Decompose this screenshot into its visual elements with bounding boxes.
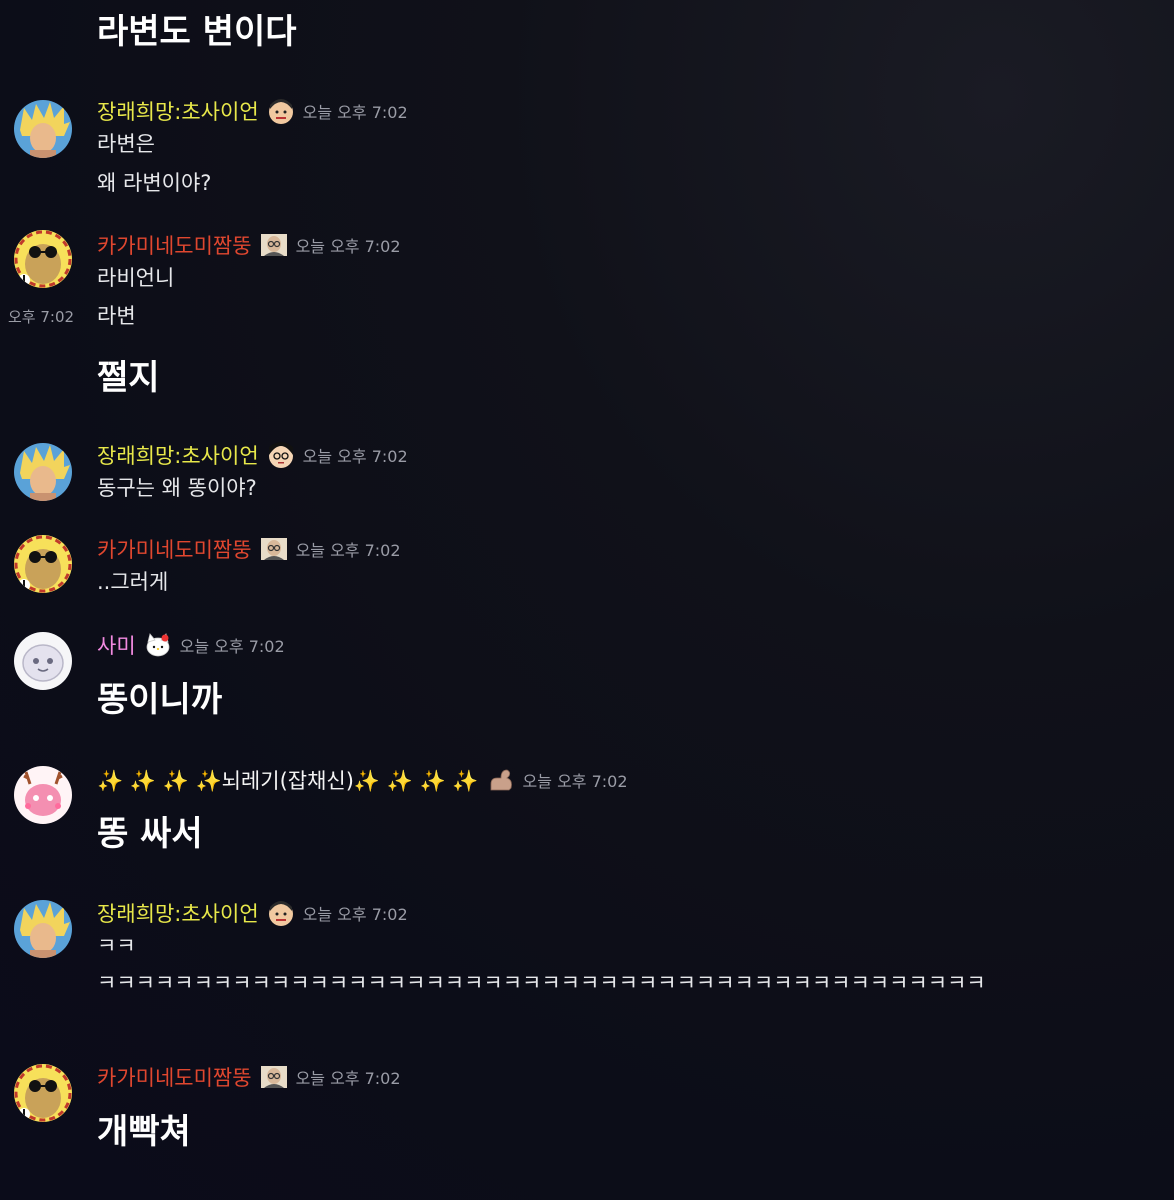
username[interactable]: 장래희망:초사이언 — [97, 96, 259, 126]
saiyan-avatar-icon — [14, 443, 72, 501]
user-avatar-nwa[interactable] — [14, 766, 72, 824]
white-creature-avatar-icon — [14, 632, 72, 690]
user-avatar-kami[interactable] — [14, 1064, 72, 1122]
hover-timestamp: 오후 7:02 — [8, 308, 75, 326]
message-text: ㅋㅋ — [97, 934, 136, 958]
message-header: 사미 오늘 오후 7:02 — [97, 630, 285, 660]
username[interactable]: 사미 — [97, 630, 136, 660]
message-header: ✨ ✨ ✨ ✨뇌레기(잡채신)✨ ✨ ✨ ✨ 오늘 오후 7:02 — [97, 765, 628, 795]
message-text: ..그러게 — [97, 570, 169, 594]
message-text: 라변 — [97, 304, 136, 328]
message-header: 카가미네도미짬뚱 오늘 오후 7:02 — [97, 230, 401, 260]
boy-face-icon — [267, 97, 295, 125]
timestamp: 오늘 오후 7:02 — [179, 637, 285, 656]
message-text-big: 쩔지 — [97, 358, 160, 398]
old-man-glasses-icon — [260, 231, 288, 259]
timestamp: 오늘 오후 7:02 — [302, 447, 408, 466]
user-avatar-kami[interactable] — [14, 230, 72, 288]
nobita-face-icon — [267, 441, 295, 469]
potato-sunglasses-avatar-icon — [14, 230, 72, 288]
potato-sunglasses-avatar-icon — [14, 535, 72, 593]
message-text-big: 라변도 변이다 — [97, 12, 297, 52]
message-text-big: 개빡쳐 — [97, 1112, 191, 1152]
message-text-big: 똥이니까 — [97, 680, 223, 720]
user-avatar-saiyan[interactable] — [14, 100, 72, 158]
user-avatar-sami[interactable] — [14, 632, 72, 690]
timestamp: 오늘 오후 7:02 — [295, 237, 401, 256]
message-header: 카가미네도미짬뚱 오늘 오후 7:02 — [97, 1062, 401, 1092]
hello-kitty-icon — [144, 631, 172, 659]
user-avatar-saiyan[interactable] — [14, 900, 72, 958]
timestamp: 오늘 오후 7:02 — [295, 1069, 401, 1088]
timestamp: 오늘 오후 7:02 — [295, 541, 401, 560]
old-man-glasses-icon — [260, 1063, 288, 1091]
message-text: ㅋㅋㅋㅋㅋㅋㅋㅋㅋㅋㅋㅋㅋㅋㅋㅋㅋㅋㅋㅋㅋㅋㅋㅋㅋㅋㅋㅋㅋㅋㅋㅋㅋㅋㅋㅋㅋㅋㅋㅋ… — [97, 971, 986, 995]
timestamp: 오늘 오후 7:02 — [522, 772, 628, 791]
timestamp: 오늘 오후 7:02 — [302, 103, 408, 122]
old-man-glasses-icon — [260, 535, 288, 563]
flexed-arm-icon — [487, 766, 515, 794]
username[interactable]: 카가미네도미짬뚱 — [97, 230, 252, 260]
username[interactable]: 카가미네도미짬뚱 — [97, 534, 252, 564]
chat-log: 라변도 변이다 장래희망:초사이언 오늘 오후 7:02 라변은 왜 라변이야?… — [0, 0, 1174, 1200]
message-header: 장래희망:초사이언 오늘 오후 7:02 — [97, 96, 408, 126]
message-text: 왜 라변이야? — [97, 171, 212, 195]
username[interactable]: 장래희망:초사이언 — [97, 898, 259, 928]
boy-face-icon — [267, 899, 295, 927]
message-text: 라비언니 — [97, 266, 175, 290]
user-avatar-saiyan[interactable] — [14, 443, 72, 501]
username[interactable]: ✨ ✨ ✨ ✨뇌레기(잡채신)✨ ✨ ✨ ✨ — [97, 765, 479, 795]
saiyan-avatar-icon — [14, 900, 72, 958]
message-header: 장래희망:초사이언 오늘 오후 7:02 — [97, 440, 408, 470]
message-text: 동구는 왜 똥이야? — [97, 476, 257, 500]
message-header: 카가미네도미짬뚱 오늘 오후 7:02 — [97, 534, 401, 564]
potato-sunglasses-avatar-icon — [14, 1064, 72, 1122]
message-text: 라변은 — [97, 132, 155, 156]
message-header: 장래희망:초사이언 오늘 오후 7:02 — [97, 898, 408, 928]
pink-deer-avatar-icon — [14, 766, 72, 824]
message-text-big: 똥 싸서 — [97, 814, 203, 854]
username[interactable]: 장래희망:초사이언 — [97, 440, 259, 470]
saiyan-avatar-icon — [14, 100, 72, 158]
username[interactable]: 카가미네도미짬뚱 — [97, 1062, 252, 1092]
timestamp: 오늘 오후 7:02 — [302, 905, 408, 924]
user-avatar-kami[interactable] — [14, 535, 72, 593]
